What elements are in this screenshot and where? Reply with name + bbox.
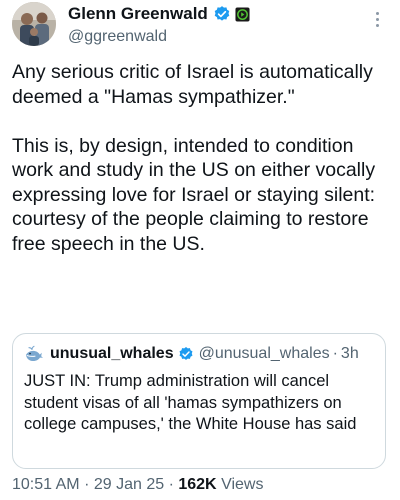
- quoted-author-handle[interactable]: @unusual_whales: [199, 345, 330, 363]
- tweet-text: Any serious critic of Israel is automati…: [12, 61, 376, 255]
- more-options-icon[interactable]: [374, 12, 380, 32]
- separator-dot: ·: [168, 476, 174, 493]
- separator-dot: ·: [332, 345, 338, 362]
- tweet-time[interactable]: 10:51 AM: [12, 476, 80, 493]
- quoted-tweet[interactable]: unusual_whales @unusual_whales · 3h JUST…: [12, 333, 386, 469]
- quoted-author-name[interactable]: unusual_whales: [50, 345, 174, 363]
- quoted-tweet-header: unusual_whales @unusual_whales · 3h: [24, 344, 359, 364]
- whale-icon[interactable]: [24, 344, 44, 364]
- play-badge-icon[interactable]: [235, 6, 250, 22]
- tweet: Glenn Greenwald @ggreenwald Any serious …: [0, 0, 400, 500]
- quoted-timestamp[interactable]: 3h: [341, 345, 359, 363]
- avatar[interactable]: [12, 2, 56, 46]
- tweet-date[interactable]: 29 Jan 25: [94, 476, 164, 493]
- author-display-name[interactable]: Glenn Greenwald: [68, 4, 208, 24]
- verified-badge-icon: [178, 346, 194, 362]
- views-label: Views: [221, 476, 264, 493]
- views-count[interactable]: 162K: [178, 476, 216, 493]
- author-handle[interactable]: @ggreenwald: [68, 28, 368, 46]
- author-block: Glenn Greenwald @ggreenwald: [68, 3, 368, 46]
- quoted-tweet-text: JUST IN: Trump administration will cance…: [24, 372, 357, 433]
- author-name-row: Glenn Greenwald: [68, 3, 368, 25]
- verified-badge-icon: [213, 5, 231, 23]
- separator-dot: ·: [84, 476, 90, 493]
- tweet-meta: 10:51 AM · 29 Jan 25 · 162K Views: [12, 476, 263, 494]
